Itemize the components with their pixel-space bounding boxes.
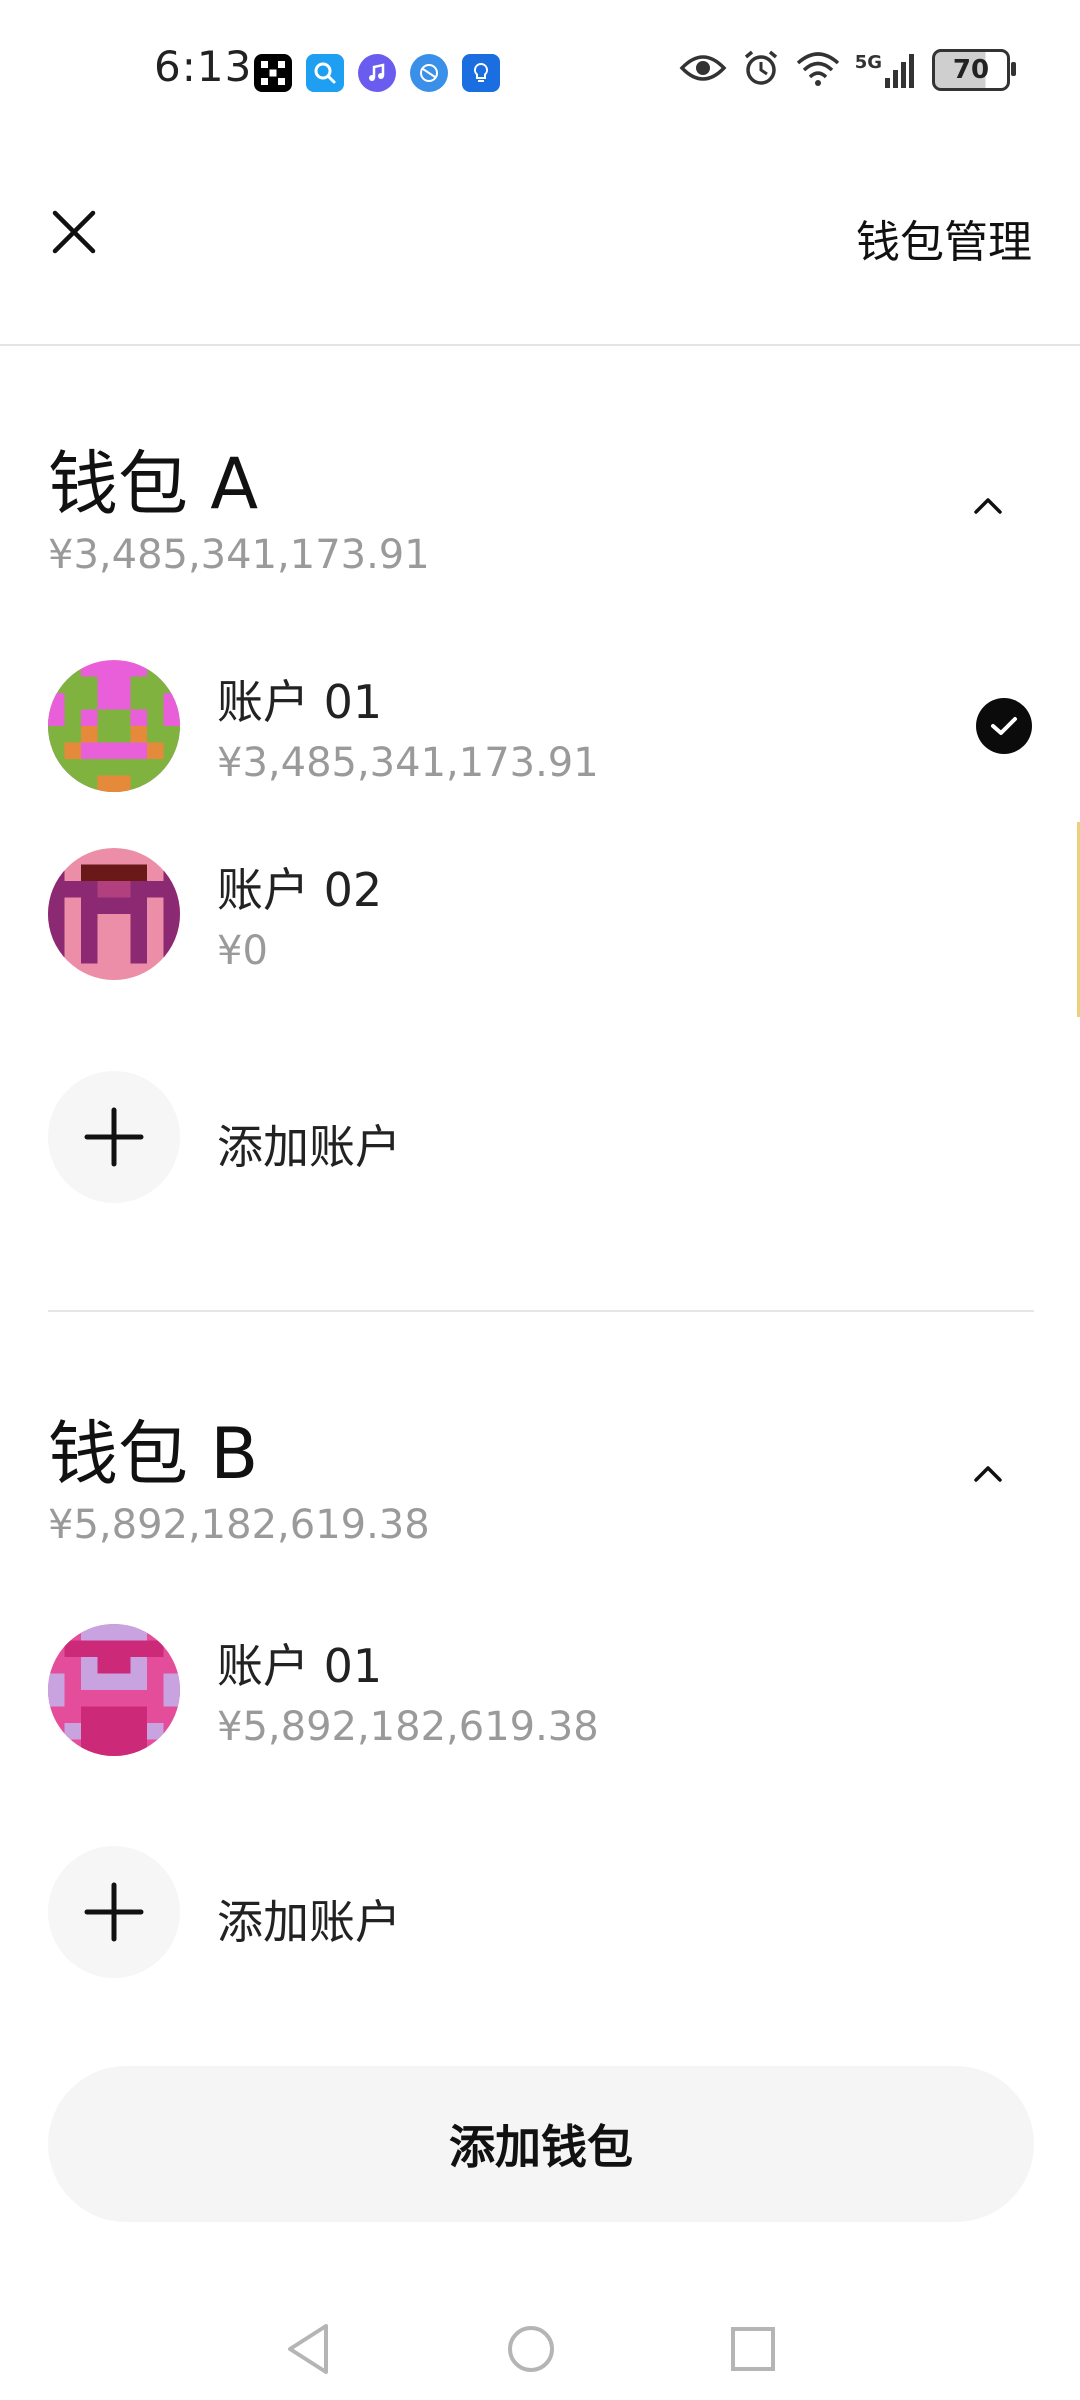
avatar (48, 660, 180, 792)
account-row[interactable]: 账户 01 ¥3,485,341,173.91 (0, 648, 1080, 798)
recents-button[interactable] (718, 2314, 788, 2384)
wallet-switcher-page: 6:13 5G 70 钱包管理 钱包 A ¥3,485,341,173.91 账… (0, 0, 1080, 2400)
selected-check-icon (976, 698, 1032, 754)
home-circle-icon (508, 2326, 554, 2372)
alarm-icon (741, 48, 781, 92)
browser-app-icon (410, 54, 448, 92)
wallet-name: 钱包 A (48, 443, 259, 525)
battery-indicator: 70 (932, 49, 1016, 91)
account-name: 账户 02 (217, 863, 383, 917)
account-name: 账户 01 (217, 675, 383, 729)
avatar (48, 1624, 180, 1756)
avatar (48, 848, 180, 980)
signal-5g-icon: 5G (855, 52, 918, 88)
add-account-button[interactable]: 添加账户 (0, 1071, 1080, 1211)
status-bar: 6:13 5G 70 (0, 0, 1080, 140)
wallet-total: ¥3,485,341,173.91 (48, 532, 430, 578)
collapse-button[interactable] (966, 1452, 1010, 1496)
add-circle (48, 1846, 180, 1978)
add-account-label: 添加账户 (217, 1120, 401, 1174)
header: 钱包管理 (0, 140, 1080, 346)
wifi-icon (795, 49, 841, 91)
collapse-button[interactable] (966, 484, 1010, 528)
home-button[interactable] (496, 2314, 566, 2384)
account-balance: ¥0 (217, 928, 268, 974)
music-app-icon (358, 54, 396, 92)
plus-icon (84, 1882, 144, 1942)
close-button[interactable] (44, 202, 104, 262)
chevron-up-icon (974, 498, 1002, 514)
chevron-up-icon (974, 1466, 1002, 1482)
add-circle (48, 1071, 180, 1203)
add-wallet-button[interactable]: 添加钱包 (48, 2066, 1034, 2222)
account-row[interactable]: 账户 01 ¥5,892,182,619.38 (0, 1612, 1080, 1762)
wallet-management-link[interactable]: 钱包管理 (856, 206, 1032, 270)
recents-square-icon (731, 2327, 775, 2371)
add-account-button[interactable]: 添加账户 (0, 1846, 1080, 1986)
notification-icons (254, 54, 500, 92)
account-name: 账户 01 (217, 1639, 383, 1693)
close-icon (52, 210, 96, 254)
back-button[interactable] (274, 2314, 344, 2384)
plus-icon (84, 1107, 144, 1167)
section-divider (48, 1310, 1034, 1312)
network-type: 5G (854, 52, 882, 73)
status-time: 6:13 (154, 42, 253, 91)
eye-icon (679, 50, 727, 90)
wallet-total: ¥5,892,182,619.38 (48, 1502, 430, 1548)
back-triangle-icon (288, 2324, 328, 2374)
system-status-icons: 5G 70 (679, 48, 1016, 92)
system-nav-bar (0, 2300, 1080, 2400)
add-account-label: 添加账户 (217, 1895, 401, 1949)
account-balance: ¥5,892,182,619.38 (217, 1704, 599, 1750)
account-balance: ¥3,485,341,173.91 (217, 740, 599, 786)
wallet-name: 钱包 B (48, 1413, 259, 1495)
okx-icon (254, 54, 292, 92)
account-row[interactable]: 账户 02 ¥0 (0, 836, 1080, 986)
search-app-icon (306, 54, 344, 92)
bulb-app-icon (462, 54, 500, 92)
